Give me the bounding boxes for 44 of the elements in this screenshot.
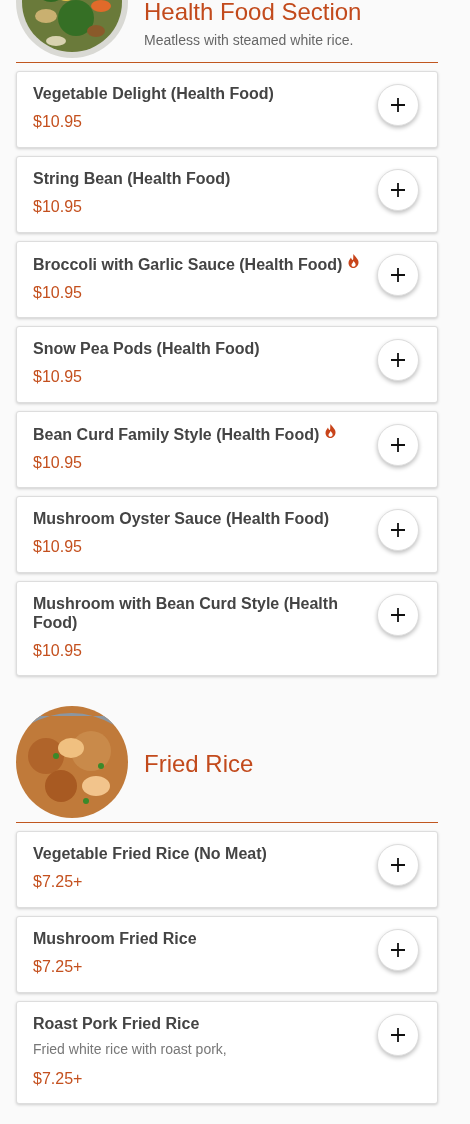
add-button[interactable] bbox=[377, 844, 419, 886]
dish-description: Fried white rice with roast pork, bbox=[33, 1040, 228, 1059]
add-button[interactable] bbox=[377, 254, 419, 296]
plus-icon bbox=[390, 857, 406, 873]
plus-icon bbox=[390, 352, 406, 368]
plus-icon bbox=[390, 267, 406, 283]
add-button[interactable] bbox=[377, 339, 419, 381]
plus-icon bbox=[390, 942, 406, 958]
dish-name: Vegetable Fried Rice (No Meat) bbox=[33, 844, 268, 863]
dish-price: $10.95 bbox=[33, 197, 83, 217]
dish-price: $7.25+ bbox=[33, 1069, 84, 1089]
dish-name: Bean Curd Family Style (Health Food) bbox=[33, 426, 320, 443]
add-button[interactable] bbox=[377, 929, 419, 971]
add-button[interactable] bbox=[377, 84, 419, 126]
dish-name: String Bean (Health Food) bbox=[33, 169, 232, 188]
plus-icon bbox=[390, 522, 406, 538]
dish-name: Vegetable Delight (Health Food) bbox=[33, 84, 275, 103]
add-button[interactable] bbox=[377, 509, 419, 551]
plus-icon bbox=[390, 182, 406, 198]
dish-name: Mushroom Oyster Sauce (Health Food) bbox=[33, 509, 331, 528]
plus-icon bbox=[390, 1027, 406, 1043]
dish-price: $7.25+ bbox=[33, 957, 84, 977]
add-button[interactable] bbox=[377, 169, 419, 211]
section-title: Fried Rice bbox=[144, 750, 254, 778]
dish-name: Roast Pork Fried Rice bbox=[33, 1014, 201, 1033]
dish-price: $10.95 bbox=[33, 367, 83, 387]
add-button[interactable] bbox=[377, 594, 419, 636]
dish-name: Snow Pea Pods (Health Food) bbox=[33, 339, 261, 358]
dish-price: $10.95 bbox=[33, 641, 83, 661]
add-button[interactable] bbox=[377, 424, 419, 466]
add-button[interactable] bbox=[377, 1014, 419, 1056]
dish-price: $10.95 bbox=[33, 453, 83, 473]
dish-price: $7.25+ bbox=[33, 872, 84, 892]
plus-icon bbox=[390, 97, 406, 113]
dish-name: Mushroom Fried Rice bbox=[33, 929, 198, 948]
dish-price: $10.95 bbox=[33, 283, 83, 303]
dish-name: Broccoli with Garlic Sauce (Health Food) bbox=[33, 256, 343, 273]
section-title: Health Food Section bbox=[144, 0, 362, 26]
plus-icon bbox=[390, 607, 406, 623]
plus-icon bbox=[390, 437, 406, 453]
dish-price: $10.95 bbox=[33, 112, 83, 132]
section-subtitle: Meatless with steamed white rice. bbox=[144, 31, 355, 50]
dish-price: $10.95 bbox=[33, 537, 83, 557]
dish-name: Mushroom with Bean Curd Style (Health Food) bbox=[33, 594, 339, 632]
